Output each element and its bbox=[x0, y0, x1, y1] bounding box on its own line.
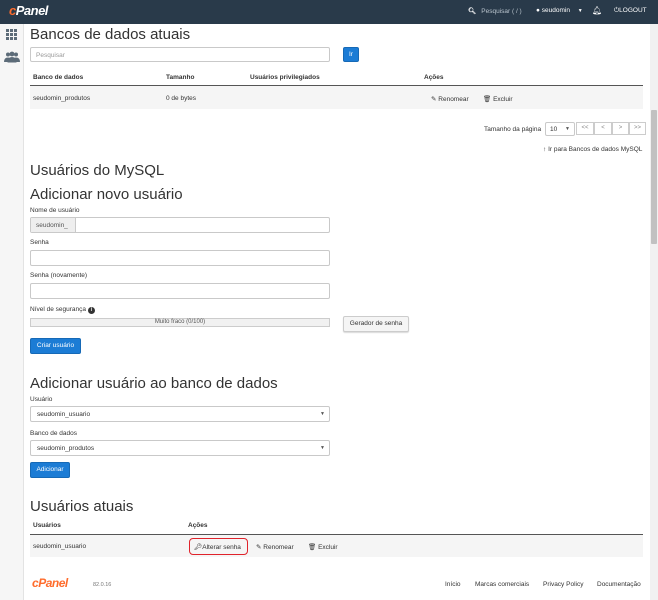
add-user-to-db-button[interactable]: Adicionar bbox=[30, 462, 70, 478]
logout-button[interactable]: ⏻LOGOUT bbox=[614, 7, 647, 15]
strength-text: Muito fraco (0/100) bbox=[154, 319, 206, 325]
strength-meter: Muito fraco (0/100) bbox=[30, 318, 330, 327]
password-field[interactable] bbox=[30, 250, 330, 266]
db-name: seudomin_produtos bbox=[33, 95, 91, 102]
col-database[interactable]: Banco de dados bbox=[33, 74, 83, 81]
cpanel-footer-logo: cPanel bbox=[32, 576, 68, 590]
password-label: Senha bbox=[30, 239, 49, 246]
top-search-placeholder: Pesquisar ( / ) bbox=[481, 8, 522, 15]
add-user-to-db-title: Adicionar usuário ao banco de dados bbox=[30, 375, 278, 392]
strength-label: Nível de segurança i bbox=[30, 306, 95, 314]
footer-link-home[interactable]: Início bbox=[445, 581, 461, 588]
username-label: Nome de usuário bbox=[30, 207, 80, 214]
page-size-value: 10 bbox=[550, 126, 558, 133]
caret-down-icon: ▼ bbox=[320, 445, 325, 451]
pencil-icon: ✎ bbox=[256, 544, 262, 551]
goto-mysql-databases-link[interactable]: ↑ Ir para Bancos de dados MySQL bbox=[543, 146, 642, 153]
user-select[interactable]: seudomin_usuario ▼ bbox=[30, 406, 330, 422]
change-password-link[interactable]: 🔑︎Alterar senha bbox=[194, 543, 241, 551]
version: 82.0.16 bbox=[93, 582, 112, 588]
footer-link-privacy[interactable]: Privacy Policy bbox=[543, 581, 583, 588]
col-actions: Ações bbox=[424, 74, 444, 81]
caret-down-icon: ▼ bbox=[565, 126, 570, 132]
footer-link-documentation[interactable]: Documentação bbox=[597, 581, 641, 588]
password-again-field[interactable] bbox=[30, 283, 330, 299]
password-again-label: Senha (novamente) bbox=[30, 272, 88, 279]
page-size-label: Tamanho da página bbox=[484, 126, 542, 133]
col-size[interactable]: Tamanho bbox=[166, 74, 194, 81]
db-search-input[interactable]: Pesquisar bbox=[30, 47, 330, 62]
caret-down-icon: ▼ bbox=[577, 8, 583, 14]
db-size: 0 de bytes bbox=[166, 95, 196, 102]
caret-down-icon: ▼ bbox=[320, 411, 325, 417]
db-select-value: seudomin_produtos bbox=[37, 445, 95, 452]
footer-link-trademarks[interactable]: Marcas comerciais bbox=[475, 581, 529, 588]
user-rename-link[interactable]: ✎ Renomear bbox=[256, 543, 294, 551]
databases-title: Bancos de dados atuais bbox=[30, 26, 191, 43]
create-user-button[interactable]: Criar usuário bbox=[30, 338, 81, 354]
top-search[interactable]: 🔍︎ Pesquisar ( / ) bbox=[468, 7, 522, 15]
scrollbar-thumb[interactable] bbox=[651, 110, 657, 244]
username-prefix-addon: seudomin_ bbox=[31, 218, 76, 232]
arrow-up-icon: ↑ bbox=[543, 146, 547, 153]
pager: << < > >> bbox=[576, 122, 646, 136]
db-rename-link[interactable]: ✎ Renomear bbox=[431, 95, 469, 103]
db-delete-link[interactable]: 🗑︎ Excluir bbox=[483, 95, 513, 103]
cpanel-logo[interactable]: cPanel bbox=[9, 3, 48, 18]
user-select-value: seudomin_usuario bbox=[37, 411, 91, 418]
mysql-users-title: Usuários do MySQL bbox=[30, 162, 165, 179]
user-select-label: Usuário bbox=[30, 396, 53, 403]
user-delete-link[interactable]: 🗑︎ Excluir bbox=[308, 543, 338, 551]
user-name-cell: seudomin_usuario bbox=[33, 543, 87, 550]
trash-icon: 🗑︎ bbox=[308, 544, 317, 551]
db-search-go-button[interactable]: Ir bbox=[343, 47, 359, 62]
top-bar: cPanel 🔍︎ Pesquisar ( / ) ● seudomin ▼ 🔔︎… bbox=[0, 0, 658, 24]
db-select-label: Banco de dados bbox=[30, 430, 77, 437]
add-user-title: Adicionar novo usuário bbox=[30, 186, 183, 203]
footer-logo[interactable]: cPanel bbox=[32, 576, 68, 590]
pager-next-button[interactable]: > bbox=[612, 122, 629, 135]
users-icon[interactable] bbox=[4, 51, 20, 63]
trash-icon: 🗑︎ bbox=[483, 96, 492, 103]
col-user-actions: Ações bbox=[188, 522, 208, 529]
info-icon[interactable]: i bbox=[87, 307, 95, 314]
grid-icon[interactable] bbox=[6, 29, 18, 40]
current-users-title: Usuários atuais bbox=[30, 498, 134, 515]
user-name: seudomin bbox=[541, 7, 570, 14]
sidebar bbox=[0, 24, 24, 600]
user-icon: ● bbox=[536, 7, 540, 14]
pager-first-button[interactable]: << bbox=[576, 122, 594, 135]
pager-last-button[interactable]: >> bbox=[629, 122, 646, 135]
main-content: Bancos de dados atuais Pesquisar Ir Banc… bbox=[24, 24, 650, 600]
user-menu[interactable]: ● seudomin ▼ bbox=[536, 7, 583, 14]
col-users[interactable]: Usuários bbox=[33, 522, 61, 529]
db-select[interactable]: seudomin_produtos ▼ bbox=[30, 440, 330, 456]
pager-prev-button[interactable]: < bbox=[594, 122, 612, 135]
search-icon: 🔍︎ bbox=[468, 8, 477, 15]
col-privileged-users: Usuários privilegiados bbox=[250, 74, 320, 81]
pencil-icon: ✎ bbox=[431, 96, 437, 103]
username-field[interactable]: seudomin_ bbox=[30, 217, 330, 233]
password-generator-button[interactable]: Gerador de senha bbox=[343, 316, 409, 332]
bell-icon[interactable]: 🔔︎ bbox=[592, 6, 602, 15]
page-size-select[interactable]: 10 ▼ bbox=[545, 122, 575, 136]
table-row bbox=[30, 86, 643, 109]
